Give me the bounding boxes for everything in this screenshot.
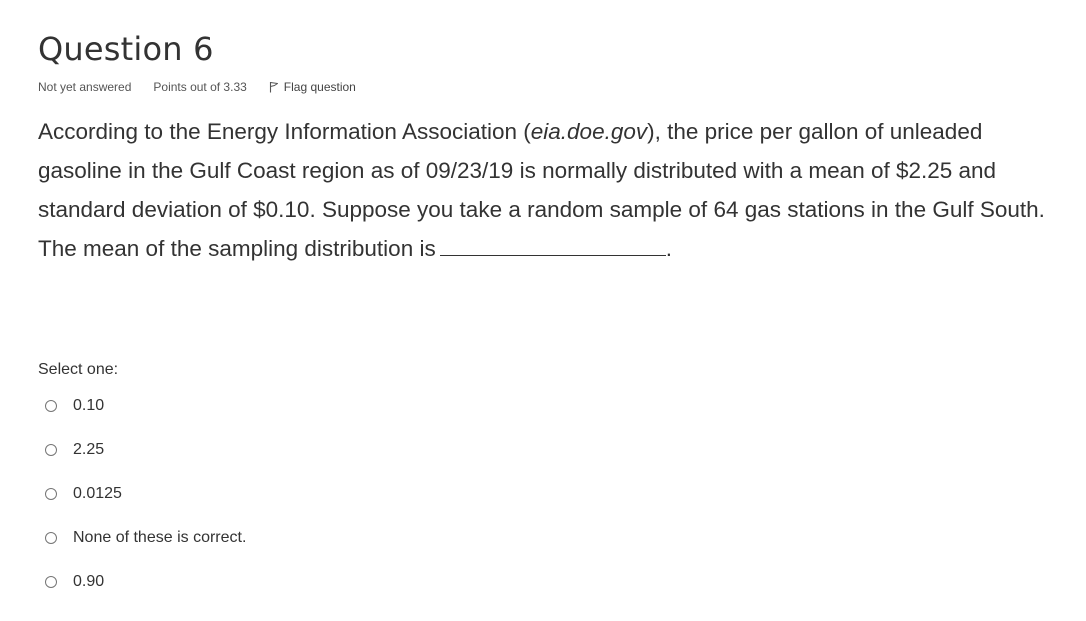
question-text-source: eia.doe.gov xyxy=(530,119,648,144)
question-grade: Points out of 3.33 xyxy=(153,80,247,94)
radio-unchecked-icon[interactable] xyxy=(45,488,57,500)
radio-unchecked-icon[interactable] xyxy=(45,400,57,412)
answer-option-label[interactable]: 2.25 xyxy=(73,441,104,459)
select-one-prompt: Select one: xyxy=(38,361,119,378)
radio-unchecked-icon[interactable] xyxy=(45,532,57,544)
answer-option[interactable]: 0.0125 xyxy=(45,482,246,506)
answer-option[interactable]: 2.25 xyxy=(45,438,246,462)
radio-unchecked-icon[interactable] xyxy=(45,576,57,588)
answer-blank xyxy=(439,254,666,256)
question-text-end: . xyxy=(665,236,672,261)
question-container: Question 6 Not yet answered Points out o… xyxy=(38,0,1068,621)
answer-options: 0.10 2.25 0.0125 None of these is correc… xyxy=(45,394,246,614)
flag-question-label: Flag question xyxy=(283,80,356,94)
flag-icon xyxy=(269,82,278,93)
answer-option-label[interactable]: 0.90 xyxy=(73,573,104,591)
question-state: Not yet answered xyxy=(38,80,132,94)
question-text-part1: According to the Energy Information Asso… xyxy=(38,119,531,144)
answer-option[interactable]: None of these is correct. xyxy=(45,526,246,550)
answer-option-label[interactable]: 0.10 xyxy=(73,397,104,415)
question-title: Question 6 xyxy=(38,30,214,68)
answer-option[interactable]: 0.90 xyxy=(45,570,246,594)
radio-unchecked-icon[interactable] xyxy=(45,444,57,456)
question-text: According to the Energy Information Asso… xyxy=(38,112,1068,268)
answer-option-label[interactable]: None of these is correct. xyxy=(73,529,246,547)
question-info: Not yet answered Points out of 3.33 Flag… xyxy=(38,78,356,96)
flag-question-link[interactable]: Flag question xyxy=(269,80,356,94)
answer-option[interactable]: 0.10 xyxy=(45,394,246,418)
answer-option-label[interactable]: 0.0125 xyxy=(73,485,122,503)
